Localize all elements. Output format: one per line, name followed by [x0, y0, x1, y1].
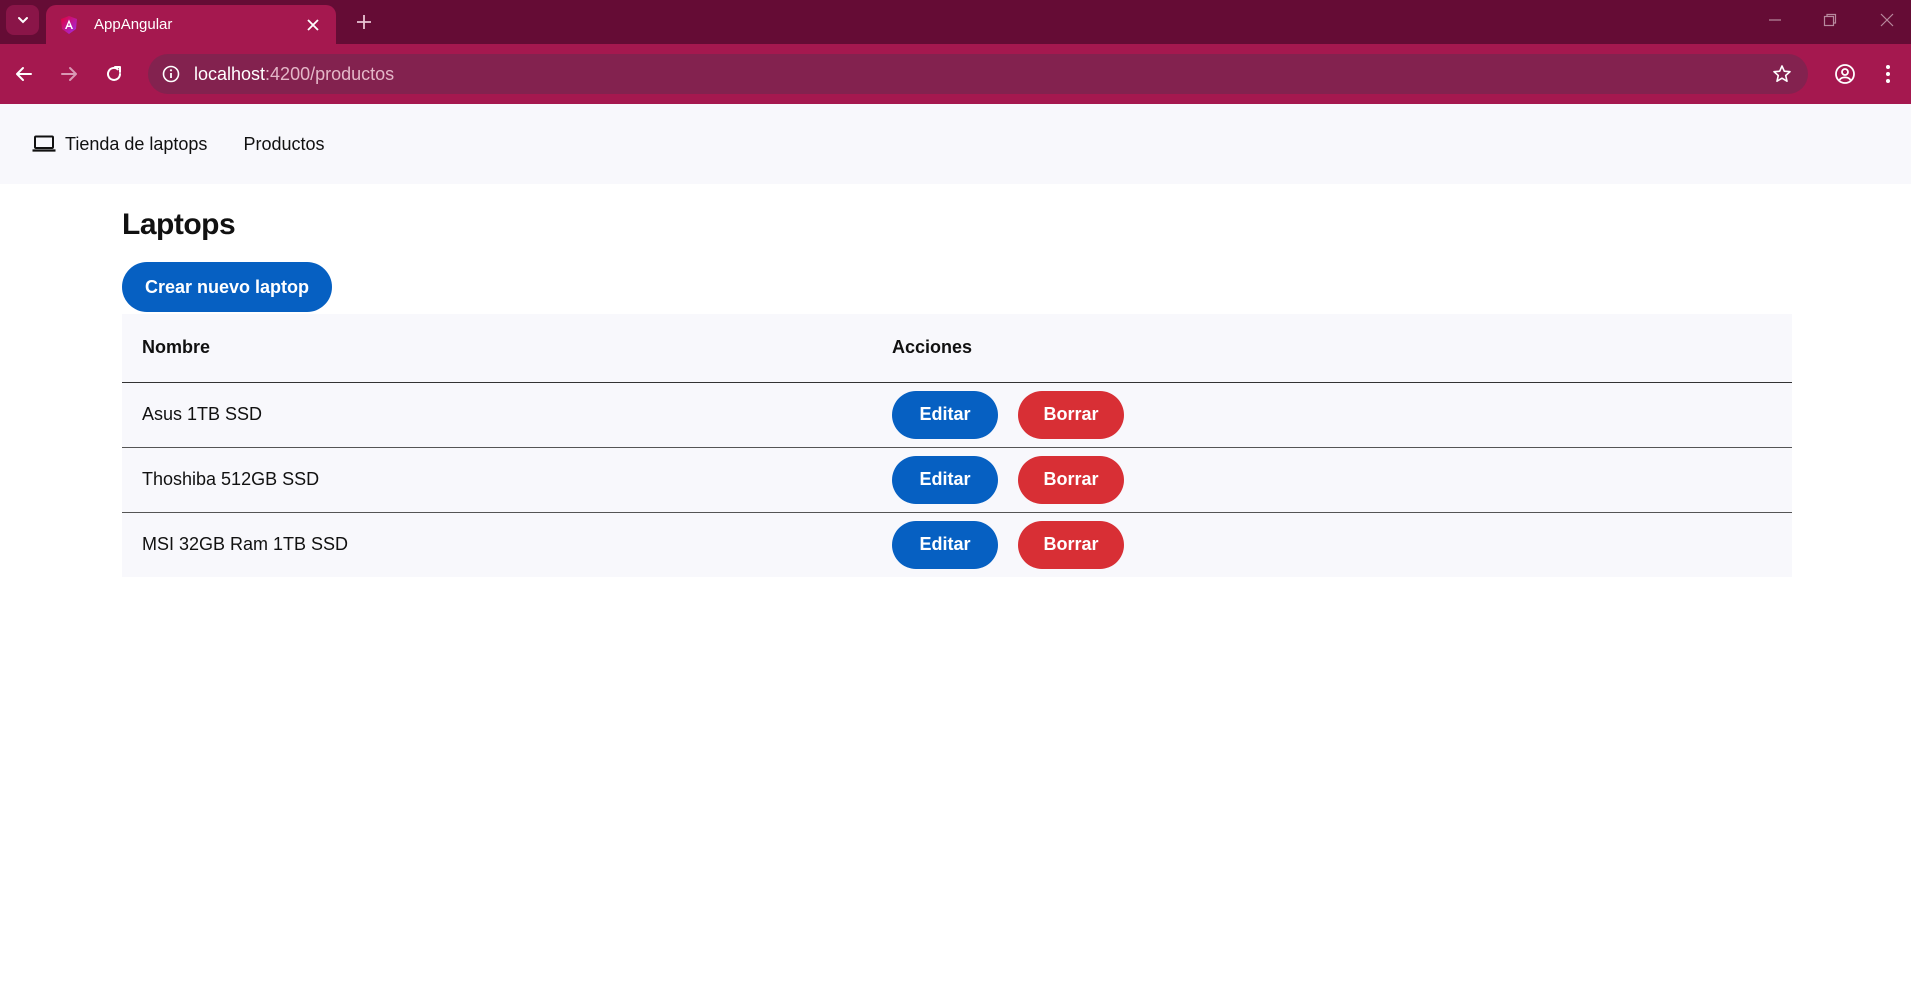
table-row: Thoshiba 512GB SSD Editar Borrar: [122, 447, 1792, 513]
chevron-down-icon: [17, 17, 28, 24]
delete-button[interactable]: Borrar: [1018, 455, 1124, 504]
site-info-icon[interactable]: [160, 63, 182, 85]
browser-tab-active[interactable]: AppAngular: [46, 5, 336, 44]
page-title: Laptops: [122, 208, 236, 241]
new-tab-icon[interactable]: [350, 8, 378, 36]
bookmark-star-icon[interactable]: [1770, 62, 1794, 86]
row-name-cell: Asus 1TB SSD: [122, 382, 892, 448]
browser-tabstrip: AppAngular: [0, 0, 1911, 44]
edit-button[interactable]: Editar: [892, 520, 998, 569]
reload-icon[interactable]: [98, 58, 130, 90]
more-menu-icon[interactable]: [1872, 58, 1904, 90]
column-header-acciones: Acciones: [892, 314, 1792, 383]
create-laptop-button[interactable]: Crear nuevo laptop: [122, 262, 332, 312]
back-arrow-icon[interactable]: [8, 58, 40, 90]
close-window-icon[interactable]: [1871, 6, 1903, 34]
angular-logo-icon: [58, 14, 80, 36]
address-bar[interactable]: localhost:4200/productos: [148, 54, 1808, 94]
edit-button[interactable]: Editar: [892, 455, 998, 504]
row-actions-cell: Editar Borrar: [892, 512, 1792, 577]
close-tab-icon[interactable]: [302, 14, 324, 36]
edit-button[interactable]: Editar: [892, 390, 998, 439]
url-path: :4200/productos: [265, 63, 395, 84]
row-actions-cell: Editar Borrar: [892, 447, 1792, 513]
tab-title: AppAngular: [94, 16, 173, 33]
row-name-cell: Thoshiba 512GB SSD: [122, 447, 892, 513]
nav-link-productos[interactable]: Productos: [243, 134, 324, 155]
brand-text: Tienda de laptops: [65, 133, 208, 154]
table-row: MSI 32GB Ram 1TB SSD Editar Borrar: [122, 512, 1792, 577]
delete-button[interactable]: Borrar: [1018, 520, 1124, 569]
laptops-table: Nombre Acciones Asus 1TB SSD Editar Borra…: [122, 314, 1792, 577]
table-header-row: Nombre Acciones: [122, 314, 1792, 383]
column-header-nombre: Nombre: [122, 314, 892, 383]
navbar: Tienda de laptops Productos: [0, 104, 1911, 184]
url-host: localhost: [194, 63, 266, 84]
main-content: Laptops Crear nuevo laptop Nombre Accion…: [122, 184, 1792, 577]
table-row: Asus 1TB SSD Editar Borrar: [122, 382, 1792, 448]
restore-window-icon[interactable]: [1814, 6, 1846, 34]
forward-arrow-icon[interactable]: [53, 58, 85, 90]
profile-icon[interactable]: [1829, 58, 1861, 90]
tab-search-button[interactable]: [6, 5, 39, 35]
laptop-icon: [32, 132, 56, 156]
row-actions-cell: Editar Borrar: [892, 382, 1792, 448]
url-text: localhost:4200/productos: [194, 64, 394, 85]
delete-button[interactable]: Borrar: [1018, 390, 1124, 439]
brand-link[interactable]: Tienda de laptops: [32, 132, 207, 156]
row-name-cell: MSI 32GB Ram 1TB SSD: [142, 534, 349, 555]
minimize-window-icon[interactable]: [1759, 6, 1791, 34]
browser-toolbar: localhost:4200/productos: [0, 44, 1911, 104]
